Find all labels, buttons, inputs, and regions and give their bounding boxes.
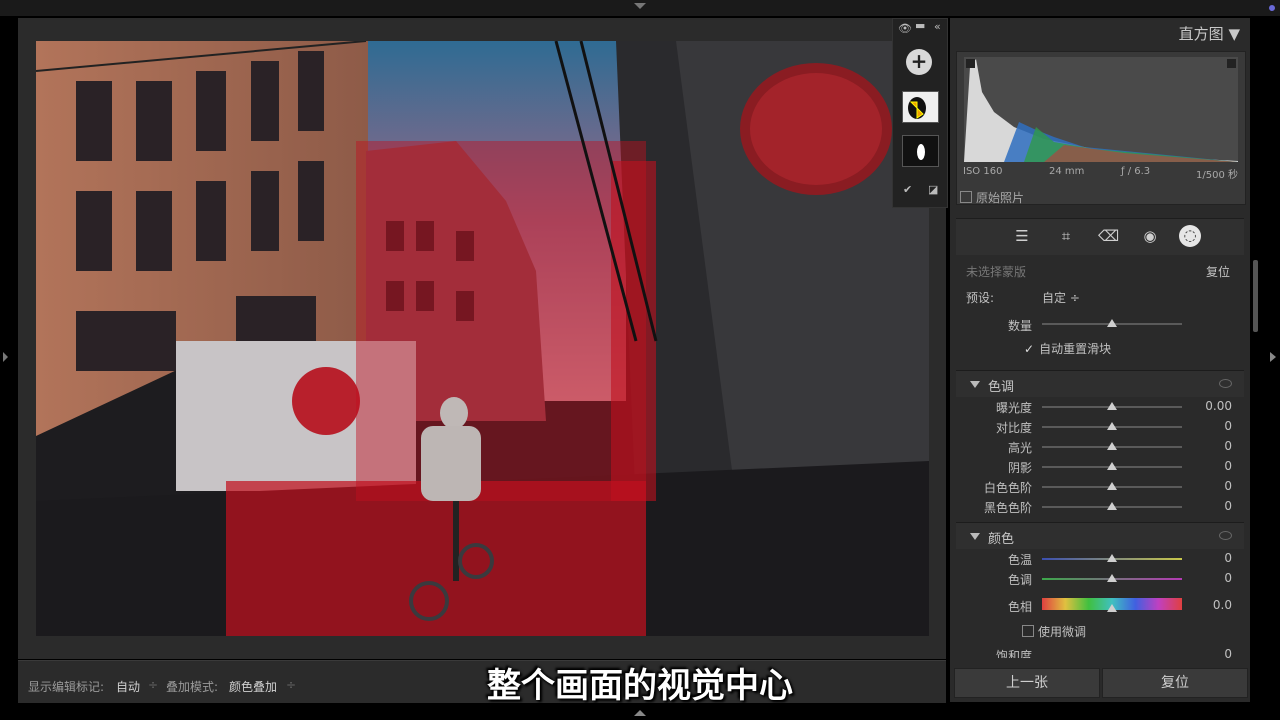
whites-label: 白色色阶 [983, 481, 1032, 495]
exposure-label: 曝光度 [995, 401, 1032, 415]
redeye-icon[interactable]: ◉ [1140, 226, 1160, 246]
shadows-slider[interactable] [1042, 462, 1182, 470]
disclosure-triangle-icon[interactable] [970, 533, 980, 540]
add-mask-button[interactable]: + [906, 49, 932, 75]
right-panel: 直方图 ▼ ISO 160 24 mm ƒ / 6.3 1/500 秒 原始照片… [950, 18, 1258, 702]
tint-slider[interactable] [1042, 574, 1182, 582]
tint-value[interactable]: 0 [1188, 571, 1232, 585]
slider-knob[interactable] [1107, 319, 1117, 327]
tool-strip: ☰ ⌗ ⌫ ◉ ◌ [956, 218, 1244, 255]
saturation-value[interactable]: 0 [1188, 647, 1232, 658]
slider-knob[interactable] [1107, 482, 1117, 490]
temperature-value[interactable]: 0 [1188, 551, 1232, 565]
mask-icon[interactable]: ◌ [1179, 225, 1201, 247]
slider-knob[interactable] [1107, 604, 1117, 612]
overlay-toggle-icon[interactable]: ◪ [928, 183, 938, 196]
disclosure-triangle-icon[interactable] [970, 381, 980, 388]
video-subtitle: 整个画面的视觉中心 [487, 666, 793, 706]
minimize-icon[interactable]: ▬ [915, 19, 925, 32]
histogram-title[interactable]: 直方图 ▼ [1179, 23, 1240, 44]
preset-label: 预设: [966, 291, 995, 305]
tint-label: 色调 [1007, 573, 1032, 587]
visibility-icon[interactable] [1219, 531, 1232, 540]
preset-select[interactable]: 自定 ÷ [1042, 289, 1080, 306]
highlights-label: 高光 [1007, 441, 1032, 455]
exif-focal: 24 mm [1049, 166, 1085, 177]
tone-section-header[interactable]: 色调 [956, 370, 1244, 397]
crop-icon[interactable]: ⌗ [1056, 226, 1076, 246]
whites-slider[interactable] [1042, 482, 1182, 490]
slider-knob[interactable] [1107, 574, 1117, 582]
histogram-graph [964, 57, 1238, 162]
slider-knob[interactable] [1107, 422, 1117, 430]
slider-knob[interactable] [1107, 502, 1117, 510]
blacks-label: 黑色色阶 [983, 501, 1032, 515]
hue-label: 色相 [1007, 600, 1032, 614]
highlights-value[interactable]: 0 [1188, 439, 1232, 453]
exif-shutter: 1/500 秒 [1196, 170, 1238, 181]
mask-thumbnail-2[interactable] [902, 135, 939, 167]
mask-thumbnail-1[interactable] [902, 91, 939, 123]
color-title: 颜色 [988, 532, 1015, 547]
original-photo-toggle[interactable]: 原始照片 [960, 189, 1024, 206]
panel-scrollbar[interactable] [1253, 260, 1258, 332]
amount-label: 数量 [1007, 319, 1032, 333]
expand-left-panel-icon[interactable] [3, 352, 8, 362]
exposure-value[interactable]: 0.00 [1188, 399, 1232, 413]
eraser-icon[interactable]: ⌫ [1098, 226, 1119, 246]
contrast-slider[interactable] [1042, 422, 1182, 430]
mask-reset-link[interactable]: 复位 [1206, 263, 1230, 280]
hue-slider[interactable] [1042, 598, 1182, 612]
slider-knob[interactable] [1107, 402, 1117, 410]
blacks-slider[interactable] [1042, 502, 1182, 510]
collapse-top-icon[interactable] [634, 3, 646, 9]
sliders-icon[interactable]: ☰ [1012, 226, 1032, 246]
street-photo [36, 41, 929, 636]
status-dot-icon [1269, 5, 1275, 11]
no-mask-label: 未选择蒙版 [966, 265, 1027, 279]
fine-adjust-checkbox[interactable]: 使用微调 [1022, 623, 1086, 640]
blacks-value[interactable]: 0 [1188, 499, 1232, 513]
visibility-icon[interactable] [1219, 379, 1232, 388]
slider-knob[interactable] [1107, 462, 1117, 470]
shadows-label: 阴影 [1007, 461, 1032, 475]
temperature-label: 色温 [1007, 553, 1032, 567]
tone-title: 色调 [988, 380, 1015, 395]
histogram: ISO 160 24 mm ƒ / 6.3 1/500 秒 [956, 51, 1246, 205]
expand-right-edge-icon[interactable] [1270, 352, 1276, 362]
mask-floating-panel: 👁 ▬ « + ✔ ◪ [892, 18, 948, 208]
exposure-slider[interactable] [1042, 402, 1182, 410]
eye-icon[interactable]: 👁 [898, 22, 912, 35]
color-section-header[interactable]: 颜色 [956, 522, 1244, 549]
slider-knob[interactable] [1107, 442, 1117, 450]
shadows-value[interactable]: 0 [1188, 459, 1232, 473]
contrast-label: 对比度 [995, 421, 1032, 435]
highlights-slider[interactable] [1042, 442, 1182, 450]
exif-aperture: ƒ / 6.3 [1121, 166, 1151, 177]
slider-knob[interactable] [1107, 554, 1117, 562]
collapse-icon[interactable]: « [934, 20, 941, 33]
whites-value[interactable]: 0 [1188, 479, 1232, 493]
top-bar [0, 0, 1280, 16]
confirm-icon[interactable]: ✔ [903, 183, 912, 196]
hue-value[interactable]: 0.0 [1188, 598, 1232, 612]
temperature-slider[interactable] [1042, 554, 1182, 562]
amount-slider[interactable] [1042, 319, 1182, 327]
photo-canvas[interactable] [36, 41, 929, 636]
exif-iso: ISO 160 [963, 166, 1003, 177]
contrast-value[interactable]: 0 [1188, 419, 1232, 433]
collapse-bottom-icon[interactable] [634, 710, 646, 716]
saturation-label: 饱和度 [995, 649, 1032, 658]
auto-reset-checkbox[interactable]: ✓ 自动重置滑块 [1024, 340, 1111, 357]
